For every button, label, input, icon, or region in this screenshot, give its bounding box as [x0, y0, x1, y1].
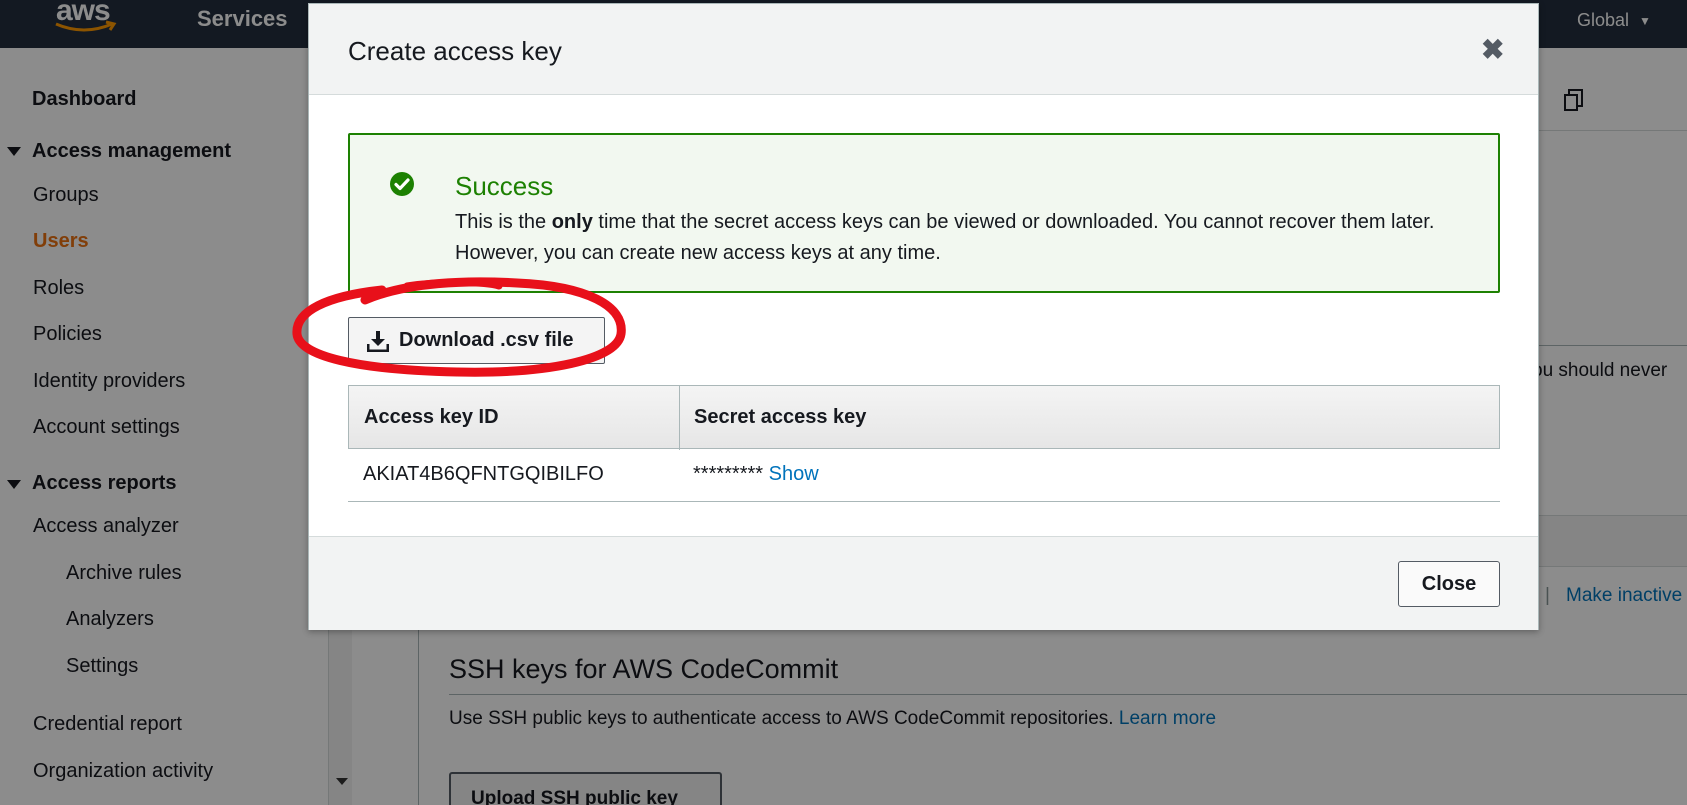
download-icon [367, 330, 389, 352]
close-button[interactable]: Close [1398, 561, 1500, 607]
check-circle-icon [390, 172, 414, 196]
dialog-title: Create access key [348, 36, 562, 66]
secret-key-masked: ********* [693, 463, 764, 485]
create-access-key-dialog: Create access key ✖ Success This is the … [292, 3, 1539, 630]
show-secret-link[interactable]: Show [769, 463, 819, 485]
download-csv-label: Download .csv file [399, 329, 574, 351]
column-header-secret-access-key: Secret access key [694, 406, 867, 428]
close-icon[interactable]: ✖ [1481, 36, 1504, 64]
column-header-access-key-id: Access key ID [364, 406, 499, 428]
download-csv-button[interactable]: Download .csv file [348, 317, 605, 364]
table-header: Access key ID Secret access key [348, 385, 1500, 450]
table-bottom-border [348, 501, 1500, 502]
dialog-header: Create access key ✖ [309, 4, 1538, 95]
dialog-footer: Close [309, 536, 1538, 630]
access-key-id-value: AKIAT4B6QFNTGQIBILFO [363, 463, 604, 485]
secret-key-cell: ********* Show [693, 463, 819, 486]
column-divider [679, 386, 680, 450]
alert-message: This is the only time that the secret ac… [455, 207, 1455, 269]
alert-message-pre: This is the [455, 211, 552, 233]
alert-message-post: time that the secret access keys can be … [455, 211, 1435, 264]
alert-message-emphasis: only [551, 211, 593, 233]
alert-title: Success [455, 171, 554, 201]
success-alert: Success This is the only time that the s… [348, 133, 1500, 293]
